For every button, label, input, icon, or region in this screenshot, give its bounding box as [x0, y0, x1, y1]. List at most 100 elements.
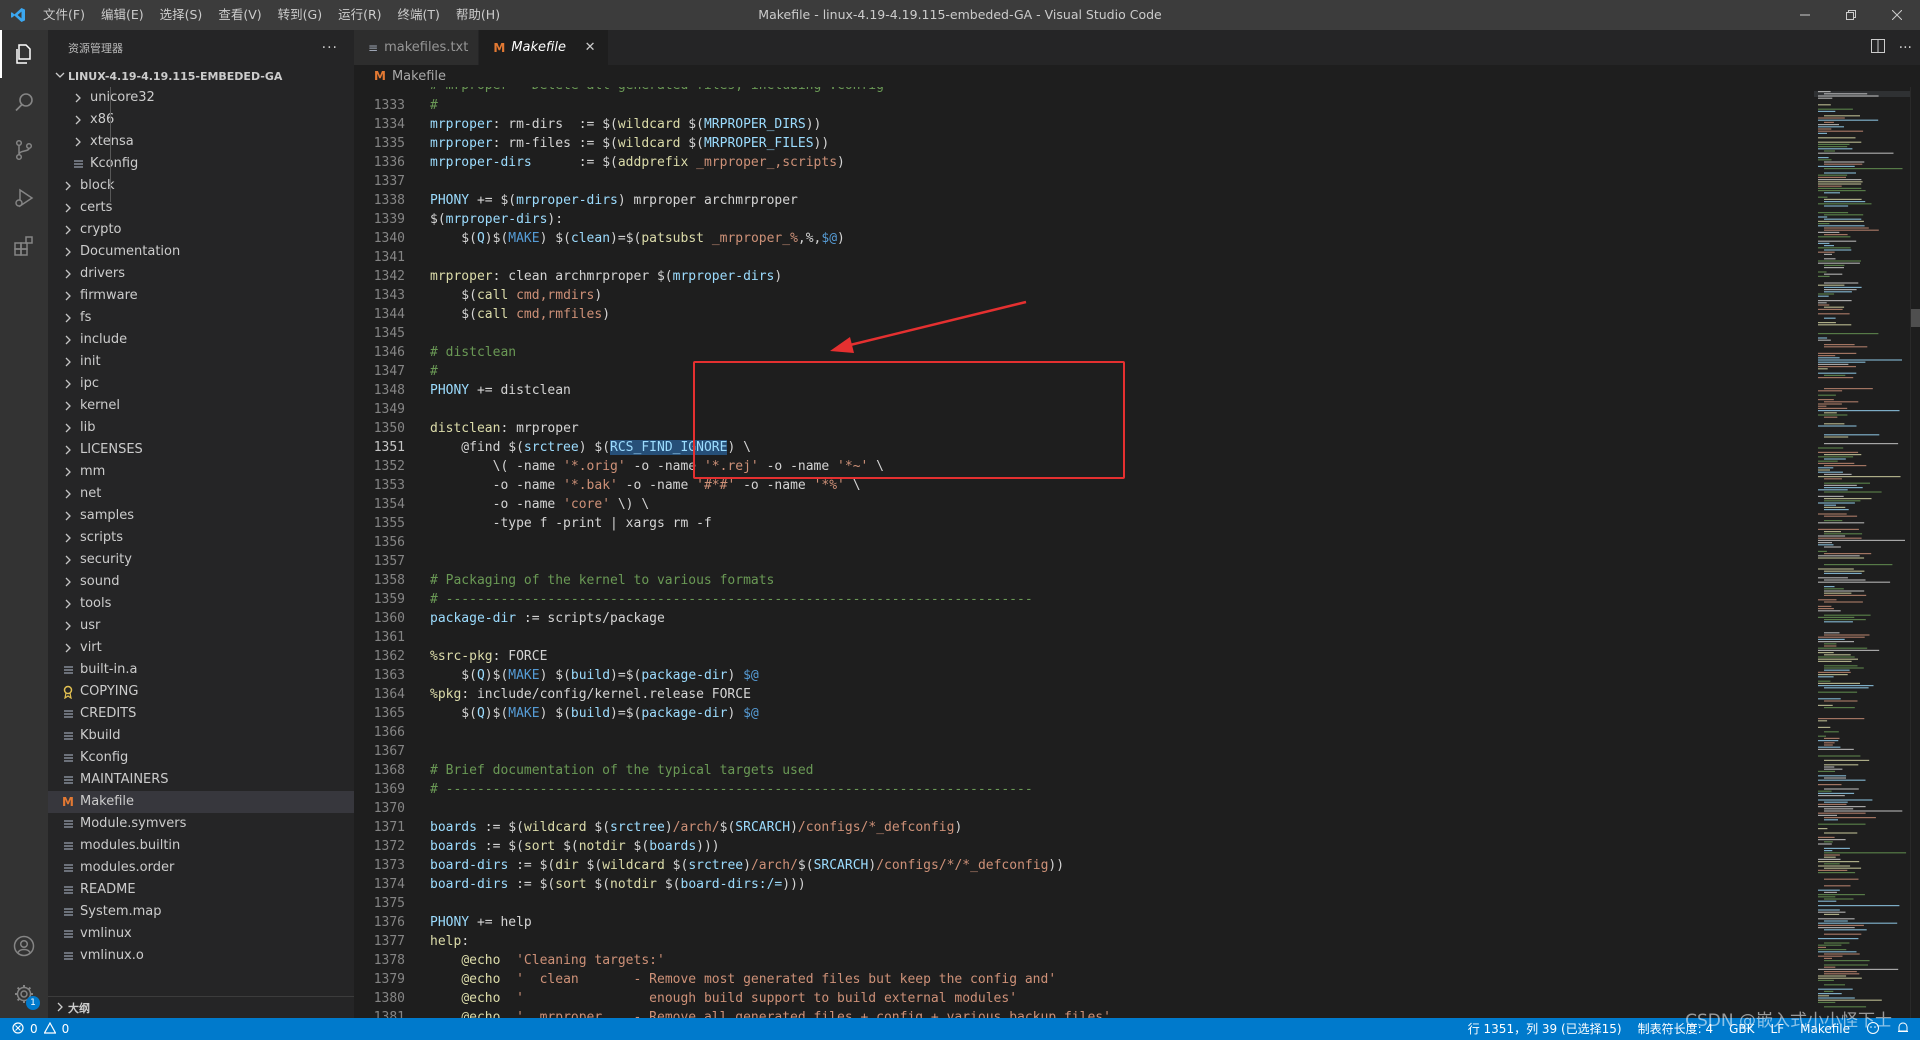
- tree-folder[interactable]: init: [48, 351, 354, 373]
- tree-file[interactable]: MAINTAINERS: [48, 769, 354, 791]
- code-token: $(: [657, 877, 681, 892]
- split-editor-icon[interactable]: [1870, 38, 1885, 57]
- tree-folder[interactable]: crypto: [48, 219, 354, 241]
- notifications-bell-icon[interactable]: [1896, 1021, 1910, 1038]
- scrollbar-thumb[interactable]: [1911, 309, 1920, 327]
- code-content: help:: [430, 932, 469, 951]
- tree-item-label: COPYING: [80, 684, 139, 699]
- code-token: += $(: [469, 193, 517, 208]
- tree-file[interactable]: M Makefile: [48, 791, 354, 813]
- tree-file[interactable]: Kbuild: [48, 725, 354, 747]
- tree-folder[interactable]: scripts: [48, 527, 354, 549]
- vertical-scrollbar[interactable]: [1910, 87, 1920, 1018]
- minimize-button[interactable]: [1782, 0, 1828, 30]
- tree-folder[interactable]: block: [48, 175, 354, 197]
- menu-item[interactable]: 运行(R): [330, 0, 389, 30]
- workspace-root[interactable]: LINUX-4.19-4.19.115-EMBEDED-GA: [48, 65, 354, 87]
- language-mode[interactable]: Makefile: [1800, 1018, 1850, 1040]
- tree-folder[interactable]: sound: [48, 571, 354, 593]
- tree-folder[interactable]: Documentation: [48, 241, 354, 263]
- tree-folder[interactable]: kernel: [48, 395, 354, 417]
- tree-folder[interactable]: tools: [48, 593, 354, 615]
- breadcrumb-file[interactable]: Makefile: [392, 69, 446, 84]
- code-token: := $(: [508, 858, 556, 873]
- source-control-icon[interactable]: [0, 126, 48, 174]
- tree-file[interactable]: README: [48, 879, 354, 901]
- minimap[interactable]: [1814, 87, 1910, 1018]
- tree-folder[interactable]: mm: [48, 461, 354, 483]
- explorer-icon[interactable]: [0, 30, 48, 78]
- tree-folder[interactable]: net: [48, 483, 354, 505]
- code-editor[interactable]: # mrproper - Delete all generated files,…: [354, 87, 1784, 1018]
- tree-file[interactable]: System.map: [48, 901, 354, 923]
- warning-count[interactable]: 0: [62, 1018, 70, 1040]
- code-token: ) $(: [539, 231, 571, 246]
- menu-item[interactable]: 查看(V): [210, 0, 269, 30]
- encoding[interactable]: GBK: [1729, 1018, 1754, 1040]
- tree-folder[interactable]: fs: [48, 307, 354, 329]
- tree-file[interactable]: CREDITS: [48, 703, 354, 725]
- tree-folder[interactable]: ipc: [48, 373, 354, 395]
- end-of-line[interactable]: LF: [1771, 1018, 1785, 1040]
- tree-folder[interactable]: virt: [48, 637, 354, 659]
- code-token: MAKE: [508, 231, 540, 246]
- indentation[interactable]: 制表符长度: 4: [1638, 1018, 1714, 1040]
- line-number: 1365: [373, 706, 405, 721]
- search-icon[interactable]: [0, 78, 48, 126]
- outline-section[interactable]: 大纲: [48, 996, 354, 1018]
- tree-file[interactable]: vmlinux: [48, 923, 354, 945]
- tree-file[interactable]: built-in.a: [48, 659, 354, 681]
- tree-file[interactable]: Module.symvers: [48, 813, 354, 835]
- tree-folder[interactable]: include: [48, 329, 354, 351]
- menu-item[interactable]: 帮助(H): [448, 0, 508, 30]
- menu-item[interactable]: 编辑(E): [93, 0, 152, 30]
- tree-folder[interactable]: security: [48, 549, 354, 571]
- tree-file[interactable]: COPYING: [48, 681, 354, 703]
- extensions-icon[interactable]: [0, 222, 48, 270]
- menu-item[interactable]: 终端(T): [390, 0, 448, 30]
- account-icon[interactable]: [0, 922, 48, 970]
- tree-folder[interactable]: xtensa: [48, 131, 354, 153]
- tree-folder[interactable]: x86: [48, 109, 354, 131]
- tree-folder[interactable]: firmware: [48, 285, 354, 307]
- tree-item-label: README: [80, 882, 136, 897]
- text-file-icon: [60, 725, 76, 747]
- tree-folder[interactable]: LICENSES: [48, 439, 354, 461]
- code-token: : mrproper: [500, 421, 579, 436]
- tree-file[interactable]: Kconfig: [48, 153, 354, 175]
- tab-makefiles-txt[interactable]: ≡ makefiles.txt: [354, 30, 480, 65]
- tree-file[interactable]: vmlinux.o: [48, 945, 354, 967]
- tree-item-label: Module.symvers: [80, 816, 187, 831]
- close-tab-icon[interactable]: ✕: [582, 40, 598, 55]
- code-content: PHONY += $(mrproper-dirs) mrproper archm…: [430, 191, 798, 210]
- manage-gear-icon[interactable]: 1: [0, 970, 48, 1018]
- restore-button[interactable]: [1828, 0, 1874, 30]
- tree-file[interactable]: Kconfig: [48, 747, 354, 769]
- tree-folder[interactable]: drivers: [48, 263, 354, 285]
- tree-file[interactable]: modules.order: [48, 857, 354, 879]
- tree-file[interactable]: modules.builtin: [48, 835, 354, 857]
- run-debug-icon[interactable]: [0, 174, 48, 222]
- menu-item[interactable]: 转到(G): [270, 0, 330, 30]
- more-actions-button[interactable]: ···: [322, 40, 338, 56]
- tree-folder[interactable]: unicore32: [48, 87, 354, 109]
- tab-makefile[interactable]: M Makefile ✕: [479, 30, 610, 65]
- tab-label: makefiles.txt: [384, 40, 469, 55]
- code-token: board-dirs: [430, 858, 509, 873]
- menu-item[interactable]: 选择(S): [152, 0, 211, 30]
- code-token: #: [430, 364, 438, 379]
- cursor-position[interactable]: 行 1351，列 39 (已选择15): [1468, 1018, 1622, 1040]
- tree-folder[interactable]: certs: [48, 197, 354, 219]
- more-actions-icon[interactable]: ···: [1899, 40, 1912, 56]
- tree-folder[interactable]: lib: [48, 417, 354, 439]
- code-token: $(: [797, 858, 814, 873]
- tree-folder[interactable]: usr: [48, 615, 354, 637]
- code-line: 1338 PHONY += $(mrproper-dirs) mrproper a…: [354, 191, 1784, 210]
- menu-item[interactable]: 文件(F): [35, 0, 93, 30]
- tree-folder[interactable]: samples: [48, 505, 354, 527]
- feedback-icon[interactable]: [1866, 1021, 1880, 1038]
- close-window-button[interactable]: [1874, 0, 1920, 30]
- error-count[interactable]: 0: [30, 1018, 38, 1040]
